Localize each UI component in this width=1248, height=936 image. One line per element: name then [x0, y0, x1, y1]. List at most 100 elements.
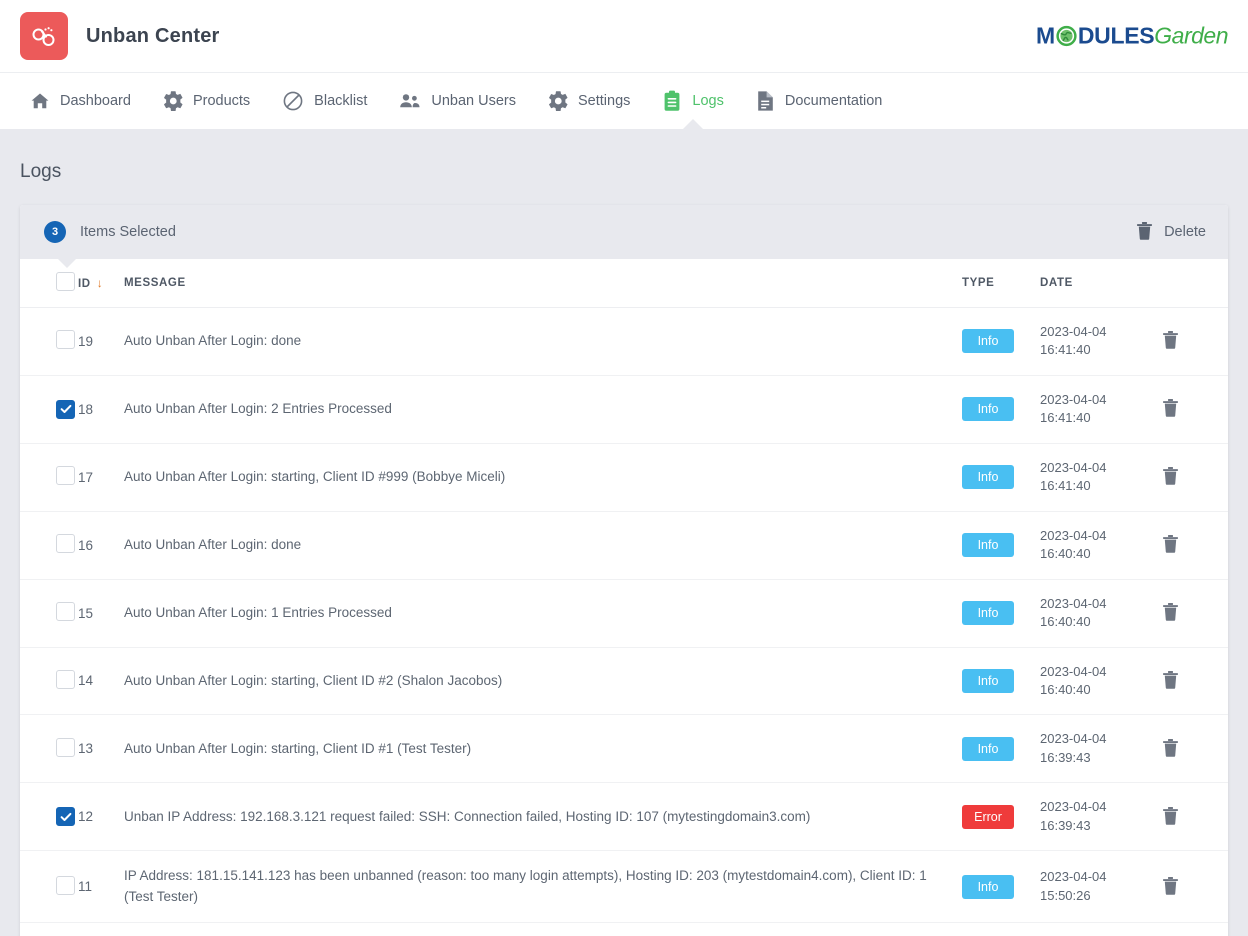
vendor-logo-m: M — [1035, 22, 1055, 49]
row-date-day: 2023-04-04 — [1040, 869, 1107, 885]
trash-icon[interactable] — [1162, 806, 1179, 825]
trash-icon[interactable] — [1162, 330, 1179, 350]
arrow-down-icon: ↓ — [96, 276, 104, 290]
nav-label: Blacklist — [314, 93, 368, 109]
row-checkbox[interactable] — [56, 669, 75, 689]
active-tab-pointer — [682, 119, 705, 130]
nav-item-dashboard[interactable]: Dashboard — [14, 73, 147, 129]
row-select-cell — [20, 647, 78, 716]
row-select-cell — [20, 850, 78, 924]
handcuffs-icon — [20, 12, 68, 60]
table-row: 14 Auto Unban After Login: starting, Clie… — [20, 647, 1228, 716]
modulesgarden-logo: M DULES Garden — [1035, 22, 1229, 50]
row-date: 2023-04-04 16:39:43 — [1040, 714, 1162, 784]
delete-label: Delete — [1164, 224, 1206, 240]
brand: Unban Center — [20, 12, 220, 60]
row-checkbox[interactable] — [56, 399, 75, 419]
row-select-cell — [20, 782, 78, 852]
nav-item-unban-users[interactable]: Unban Users — [383, 73, 532, 129]
page-title: Logs — [20, 161, 62, 182]
row-id: 13 — [78, 714, 124, 784]
column-header-date[interactable]: DATE — [1040, 259, 1162, 308]
row-id: 14 — [78, 647, 124, 716]
nav-item-logs[interactable]: Logs — [646, 73, 739, 130]
row-id: 15 — [78, 579, 124, 648]
table-row: 19 Auto Unban After Login: done Info 2023-0… — [20, 307, 1228, 376]
nav-item-products[interactable]: Products — [147, 73, 266, 129]
column-header-id[interactable]: ID ↓ — [78, 259, 124, 308]
trash-icon[interactable] — [1162, 738, 1179, 757]
row-message: Auto Unban After Login: 1 Entries Proces… — [124, 579, 962, 648]
row-type-cell: Info — [962, 647, 1040, 716]
row-date-day: 2023-04-04 — [1040, 324, 1107, 339]
logs-table-head: ID ↓ MESSAGE TYPE DATE — [20, 259, 1228, 308]
row-message: Auto Unban After Login: starting, Client… — [124, 647, 962, 716]
trash-icon[interactable] — [1162, 670, 1179, 689]
row-checkbox[interactable] — [56, 602, 75, 622]
row-select-cell — [20, 923, 78, 936]
row-date-day: 2023-04-04 — [1040, 731, 1107, 747]
row-checkbox[interactable] — [56, 466, 75, 486]
status-badge: Error — [962, 804, 1014, 829]
status-badge: Info — [962, 601, 1014, 626]
row-date: 2023-04-04 16:41:40 — [1040, 443, 1162, 512]
trash-icon[interactable] — [1162, 534, 1179, 553]
column-header-message[interactable]: MESSAGE — [124, 259, 962, 308]
row-checkbox[interactable] — [56, 807, 75, 827]
column-header-actions — [1162, 259, 1228, 308]
row-type-cell: Info — [962, 714, 1040, 784]
ban-icon — [282, 90, 304, 112]
table-row: 16 Auto Unban After Login: done Info 2023-0… — [20, 511, 1228, 580]
clipboard-icon — [662, 90, 682, 112]
row-type-cell: Info — [962, 443, 1040, 512]
row-checkbox[interactable] — [56, 534, 75, 554]
row-date: 2023-04-04 16:41:40 — [1040, 375, 1162, 444]
row-select-cell — [20, 714, 78, 784]
nav-item-blacklist[interactable]: Blacklist — [266, 73, 383, 129]
column-header-type[interactable]: TYPE — [962, 259, 1040, 308]
row-type-cell: Info — [962, 579, 1040, 648]
row-date-day: 2023-04-04 — [1040, 391, 1107, 407]
select-all-checkbox[interactable] — [56, 272, 75, 291]
users-icon — [399, 91, 421, 111]
selection-bar-notch — [58, 259, 76, 268]
column-header-id-label: ID — [78, 278, 91, 290]
table-header-row: ID ↓ MESSAGE TYPE DATE — [20, 259, 1228, 308]
nav-item-settings[interactable]: Settings — [532, 73, 646, 129]
table-row: 17 Auto Unban After Login: starting, Clie… — [20, 443, 1228, 512]
trash-icon[interactable] — [1162, 466, 1179, 486]
main-navigation: Dashboard Products Blacklist Unban Users… — [0, 72, 1248, 130]
nav-label: Products — [192, 93, 251, 109]
delete-selected-button[interactable]: Delete — [1136, 221, 1206, 244]
row-actions — [1162, 443, 1228, 512]
trash-icon[interactable] — [1162, 398, 1179, 418]
row-date-time: 15:50:26 — [1040, 887, 1091, 903]
row-id: 10 — [78, 923, 124, 936]
trash-icon[interactable] — [1162, 602, 1179, 621]
row-select-cell — [20, 375, 78, 444]
row-actions — [1162, 511, 1228, 580]
selected-count-badge: 3 — [44, 221, 66, 243]
row-id: 19 — [78, 307, 124, 376]
row-id: 12 — [78, 782, 124, 852]
table-row: 15 Auto Unban After Login: 1 Entries Proc… — [20, 579, 1228, 648]
status-badge: Info — [962, 533, 1014, 558]
row-date-day: 2023-04-04 — [1040, 527, 1107, 543]
row-select-cell — [20, 579, 78, 648]
row-date: 2023-04-04 16:40:40 — [1040, 647, 1162, 716]
row-date-day: 2023-04-04 — [1040, 663, 1107, 679]
row-actions — [1162, 850, 1228, 924]
table-row: 13 Auto Unban After Login: starting, Clie… — [20, 714, 1228, 784]
row-checkbox[interactable] — [56, 737, 75, 757]
row-checkbox[interactable] — [56, 875, 75, 895]
vendor-logo-garden: Garden — [1154, 22, 1228, 49]
row-checkbox[interactable] — [56, 330, 75, 350]
trash-icon[interactable] — [1162, 876, 1179, 895]
nav-label: Settings — [577, 93, 631, 109]
nav-item-documentation[interactable]: Documentation — [740, 73, 899, 129]
row-date: 2023-04-04 16:40:40 — [1040, 511, 1162, 580]
row-date-day: 2023-04-04 — [1040, 595, 1107, 611]
row-id: 18 — [78, 375, 124, 444]
row-date-time: 16:39:43 — [1040, 817, 1091, 833]
table-row: 18 Auto Unban After Login: 2 Entries Proc… — [20, 375, 1228, 444]
